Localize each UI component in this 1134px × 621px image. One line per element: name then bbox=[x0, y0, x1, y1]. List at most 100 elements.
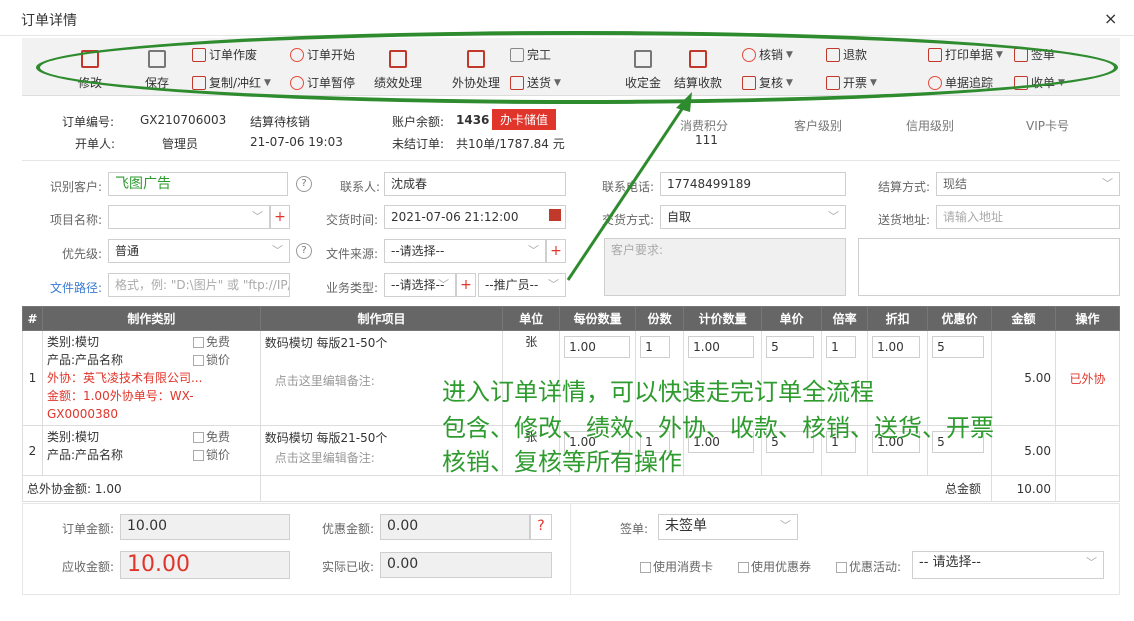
rate-cell[interactable]: 1 bbox=[821, 330, 869, 426]
deposit-icon bbox=[634, 50, 652, 68]
calc-input[interactable]: 1.00 bbox=[688, 431, 755, 453]
file-path-label[interactable]: 文件路径: bbox=[50, 279, 102, 296]
performance-button[interactable]: 绩效处理 bbox=[374, 50, 422, 91]
price-input[interactable]: 5 bbox=[766, 431, 815, 453]
order-pause-button[interactable]: 订单暂停 bbox=[290, 74, 355, 91]
promoter-select[interactable]: --推广员-- bbox=[478, 273, 566, 297]
row-no: 2 bbox=[22, 425, 43, 476]
rate-cell[interactable]: 1 bbox=[821, 425, 869, 476]
item-text: 数码模切 每版21-50个 bbox=[264, 431, 388, 445]
top-up-button[interactable]: 办卡储值 bbox=[492, 109, 557, 130]
calc-cell[interactable]: 1.00 bbox=[683, 425, 763, 476]
rate-input[interactable]: 1 bbox=[826, 336, 857, 358]
copies-input[interactable]: 1 bbox=[640, 431, 671, 453]
remark-text[interactable]: 点击这里编辑备注: bbox=[265, 448, 499, 468]
table-row[interactable]: 2 类别:模切 产品:产品名称 免费 锁价 数码模切 每版21-50个 点击这里… bbox=[22, 425, 1120, 476]
item-cell[interactable]: 数码模切 每版21-50个 点击这里编辑备注: bbox=[259, 330, 504, 426]
delivery-time-input[interactable]: 2021-07-06 21:12:00 bbox=[384, 205, 566, 229]
amount-cell: 5.00 bbox=[991, 330, 1056, 426]
order-no: GX210706003 bbox=[140, 113, 227, 127]
lock-price-checkbox[interactable]: 锁价 bbox=[192, 446, 230, 464]
sign-button[interactable]: 签单 bbox=[1014, 46, 1055, 63]
promo-cell[interactable]: 5 bbox=[927, 330, 993, 426]
table-row[interactable]: 1 类别:模切 产品:产品名称 外协：英飞凌技术有限公司... 金额：1.00外… bbox=[22, 330, 1120, 426]
track-button[interactable]: 单据追踪 bbox=[928, 74, 993, 91]
invoice-button[interactable]: 开票 ▼ bbox=[826, 74, 877, 91]
discount-help-button[interactable]: ? bbox=[530, 514, 552, 540]
add-biz-button[interactable]: + bbox=[456, 273, 476, 297]
file-source-label: 文件来源: bbox=[326, 247, 379, 261]
outsourced-link[interactable]: 已外协 bbox=[1055, 330, 1120, 426]
promo-checkbox[interactable]: 优惠活动: bbox=[836, 558, 901, 575]
amount-cell: 5.00 bbox=[991, 425, 1056, 476]
biz-type-select[interactable]: --请选择-- bbox=[384, 273, 456, 297]
discount-cell[interactable]: 1.00 bbox=[867, 330, 929, 426]
customer-level-label: 客户级别 bbox=[794, 119, 843, 133]
remark-text[interactable]: 点击这里编辑备注: bbox=[265, 371, 499, 391]
project-select[interactable] bbox=[108, 205, 270, 229]
discount-cell[interactable]: 1.00 bbox=[867, 425, 929, 476]
requirement-extra[interactable] bbox=[858, 238, 1120, 296]
free-checkbox[interactable]: 免费 bbox=[192, 428, 230, 446]
qty-cell[interactable]: 1.00 bbox=[559, 425, 637, 476]
price-cell[interactable]: 5 bbox=[761, 330, 823, 426]
copies-cell[interactable]: 1 bbox=[635, 425, 685, 476]
col-qty: 每份数量 bbox=[559, 306, 637, 331]
deposit-button[interactable]: 收定金 bbox=[625, 50, 661, 91]
save-button[interactable]: 保存 bbox=[145, 50, 169, 91]
calc-cell[interactable]: 1.00 bbox=[683, 330, 763, 426]
qty-input[interactable]: 1.00 bbox=[564, 336, 631, 358]
discount-input[interactable]: 1.00 bbox=[872, 431, 921, 453]
close-icon[interactable]: × bbox=[1104, 9, 1117, 28]
refund-button[interactable]: 退款 bbox=[826, 46, 867, 63]
recheck-button[interactable]: 复核 ▼ bbox=[742, 74, 793, 91]
chevron-down-icon: ▼ bbox=[554, 77, 561, 88]
free-checkbox[interactable]: 免费 bbox=[192, 333, 230, 351]
discount-input[interactable]: 1.00 bbox=[872, 336, 921, 358]
item-cell[interactable]: 数码模切 每版21-50个 点击这里编辑备注: bbox=[259, 425, 504, 476]
edit-button[interactable]: 修改 bbox=[78, 50, 102, 91]
promo-input[interactable]: 5 bbox=[932, 431, 985, 453]
add-project-button[interactable]: + bbox=[270, 205, 290, 229]
promo-select[interactable]: -- 请选择-- bbox=[912, 551, 1104, 579]
void-order-button[interactable]: 订单作废 bbox=[192, 46, 257, 63]
address-input[interactable]: 请输入地址 bbox=[936, 205, 1120, 229]
contact-input[interactable]: 沈成春 bbox=[384, 172, 566, 196]
customer-label: 识别客户: bbox=[50, 180, 103, 194]
qty-input[interactable]: 1.00 bbox=[564, 431, 631, 453]
priority-select[interactable]: 普通 bbox=[108, 239, 290, 263]
chevron-down-icon: ▼ bbox=[786, 49, 793, 60]
calc-input[interactable]: 1.00 bbox=[688, 336, 755, 358]
priority-label: 优先级: bbox=[62, 247, 103, 261]
settle-label: 结算方式: bbox=[878, 180, 931, 194]
price-input[interactable]: 5 bbox=[766, 336, 815, 358]
settle-button[interactable]: 结算收款 bbox=[674, 50, 722, 91]
col-item: 制作项目 bbox=[259, 306, 504, 331]
outsource-button[interactable]: 外协处理 bbox=[452, 50, 500, 91]
print-button[interactable]: 打印单据 ▼ bbox=[928, 46, 1003, 63]
file-path-input[interactable]: 格式，例: "D:\图片" 或 "ftp://IP/" bbox=[108, 273, 290, 297]
rate-input[interactable]: 1 bbox=[826, 431, 857, 453]
qty-cell[interactable]: 1.00 bbox=[559, 330, 637, 426]
copy-reverse-button[interactable]: 复制/冲红 ▼ bbox=[192, 74, 271, 91]
order-start-button[interactable]: 订单开始 bbox=[290, 46, 355, 63]
help-icon[interactable]: ? bbox=[296, 243, 312, 259]
copies-cell[interactable]: 1 bbox=[635, 330, 685, 426]
receipt-button[interactable]: 收单 ▼ bbox=[1014, 74, 1065, 91]
use-card-checkbox[interactable]: 使用消费卡 bbox=[640, 558, 713, 575]
file-source-select[interactable]: --请选择-- bbox=[384, 239, 546, 263]
copies-input[interactable]: 1 bbox=[640, 336, 671, 358]
col-discount: 折扣 bbox=[867, 306, 929, 331]
price-cell[interactable]: 5 bbox=[761, 425, 823, 476]
customer-input[interactable]: 飞图广告 bbox=[108, 172, 288, 196]
sign-select[interactable]: 未签单 bbox=[658, 514, 798, 540]
use-coupon-checkbox[interactable]: 使用优惠券 bbox=[738, 558, 811, 575]
help-icon[interactable]: ? bbox=[296, 176, 312, 192]
lock-price-checkbox[interactable]: 锁价 bbox=[192, 351, 230, 369]
verify-button[interactable]: 核销 ▼ bbox=[742, 46, 793, 63]
deliver-button[interactable]: 送货 ▼ bbox=[510, 74, 561, 91]
promo-cell[interactable]: 5 bbox=[927, 425, 993, 476]
finish-button[interactable]: 完工 bbox=[510, 46, 551, 63]
promo-input[interactable]: 5 bbox=[932, 336, 985, 358]
settle-select[interactable]: 现结 bbox=[936, 172, 1120, 196]
